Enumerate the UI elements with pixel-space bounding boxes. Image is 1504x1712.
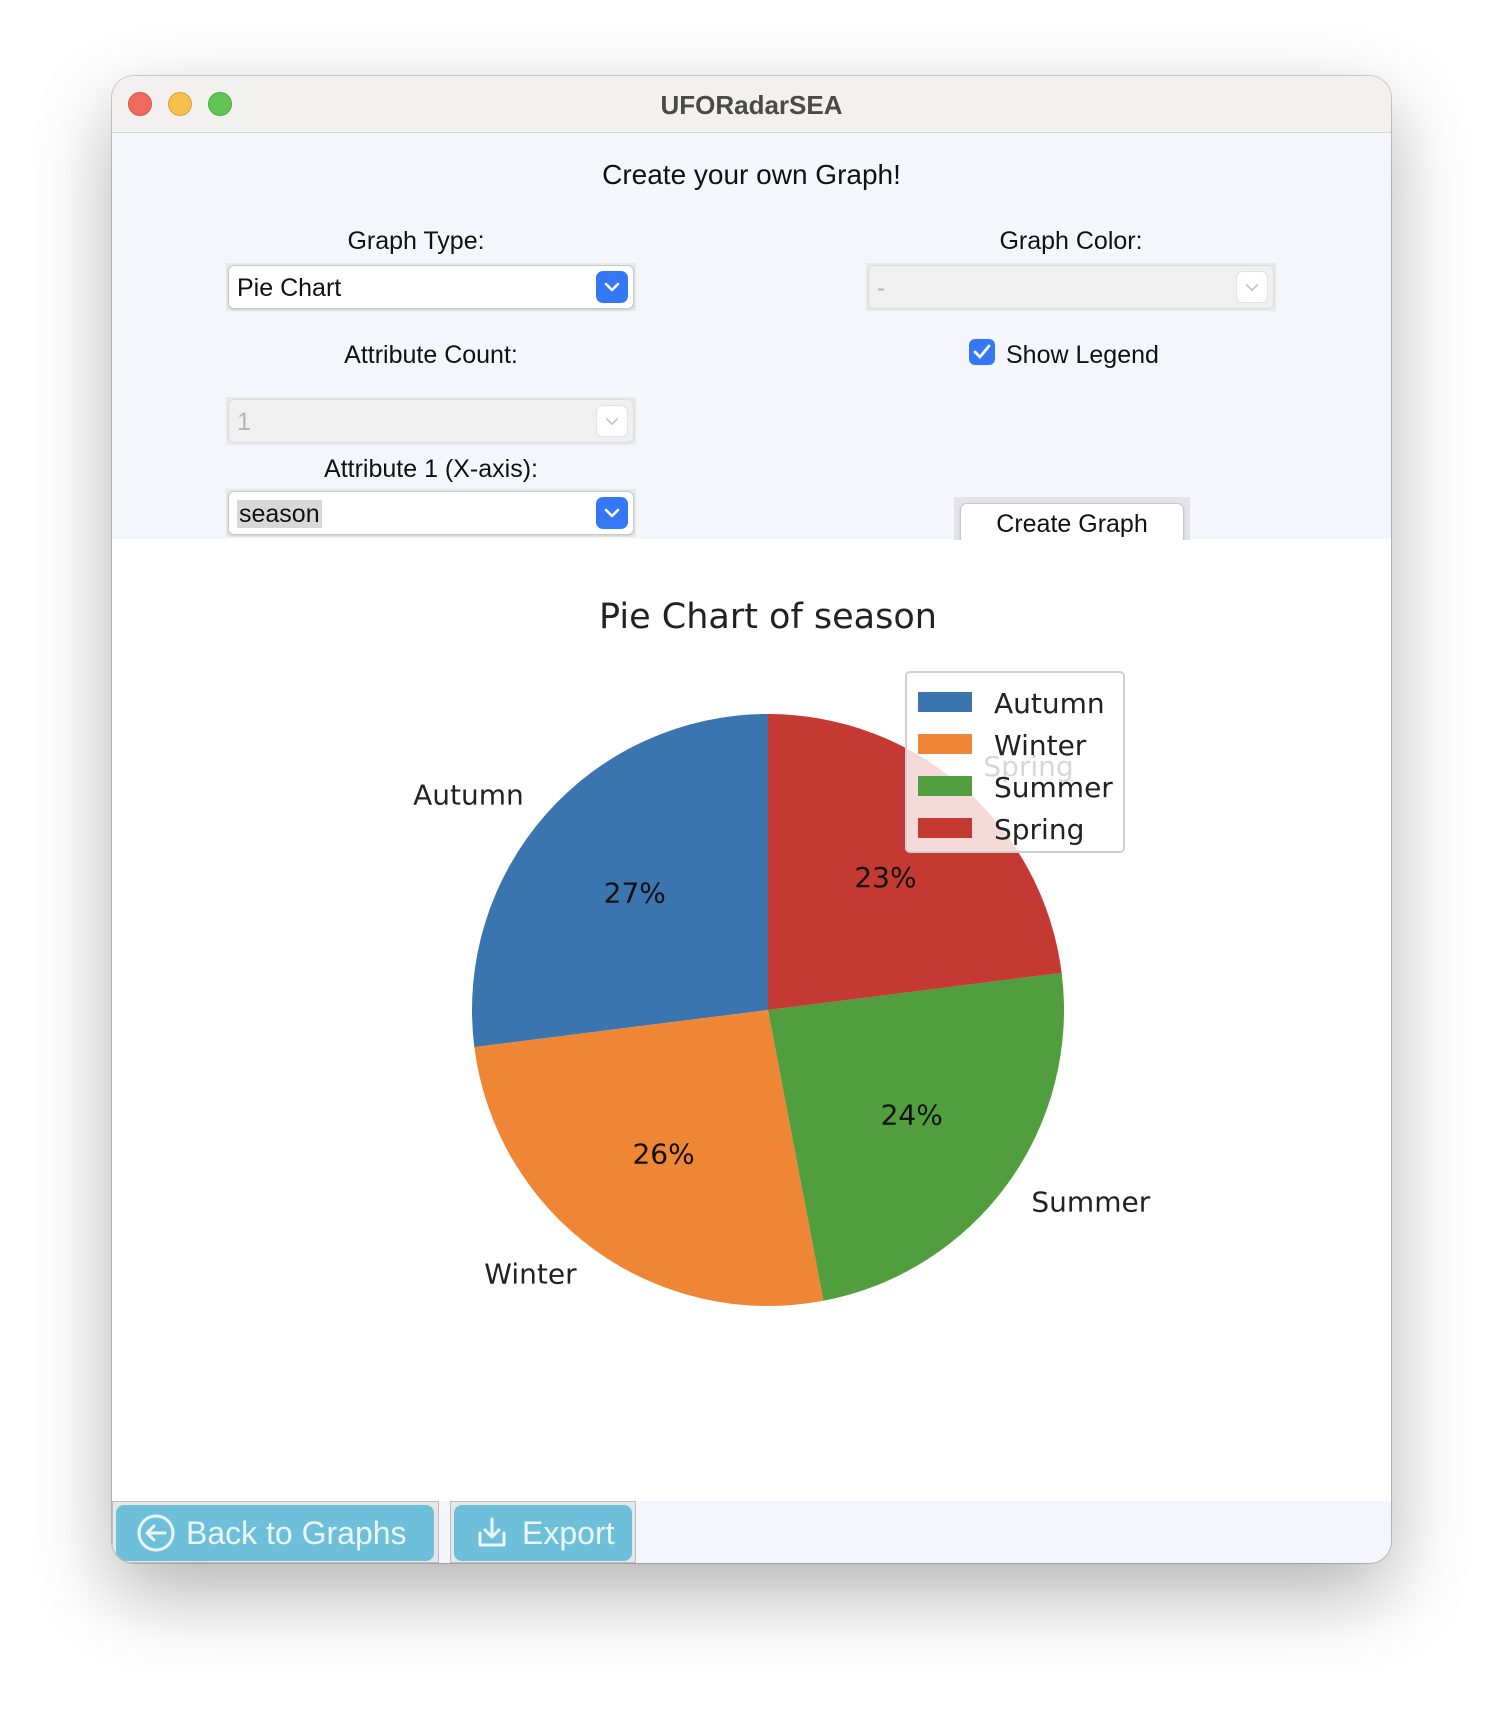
- graph-color-select[interactable]: -: [868, 265, 1274, 309]
- legend-swatch-winter: [918, 734, 972, 754]
- legend-entry-autumn: Autumn: [994, 687, 1105, 720]
- chart-title: Pie Chart of season: [599, 597, 937, 637]
- app-window: UFORadarSEA Create your own Graph! Graph…: [112, 76, 1391, 1563]
- graph-color-label: Graph Color:: [999, 227, 1143, 255]
- pie-value-label: 23%: [854, 861, 916, 894]
- show-legend-checkbox[interactable]: [969, 339, 995, 365]
- create-graph-button[interactable]: Create Graph: [960, 503, 1184, 545]
- legend-swatch-summer: [918, 776, 972, 796]
- back-to-graphs-label: Back to Graphs: [186, 1514, 407, 1551]
- attribute-count-label: Attribute Count:: [344, 341, 518, 369]
- attribute1-select[interactable]: season: [228, 491, 634, 535]
- checkmark-icon: [973, 344, 991, 359]
- legend-entry-summer: Summer: [994, 771, 1113, 804]
- legend-entry-winter: Winter: [994, 729, 1087, 762]
- chart-area: Pie Chart of season 27% Autumn 26% Winter 24…: [112, 540, 1391, 1501]
- pie-category-label: Winter: [484, 1257, 577, 1290]
- chevron-down-icon: [596, 497, 628, 529]
- graph-type-select[interactable]: Pie Chart: [228, 265, 634, 309]
- pie-category-label: Summer: [1031, 1185, 1150, 1218]
- pie-chart: Pie Chart of season 27% Autumn 26% Winter 24…: [413, 597, 1151, 1306]
- chevron-down-icon: [596, 271, 628, 303]
- pie-category-label: Autumn: [413, 779, 524, 812]
- legend-swatch-spring: [918, 818, 972, 838]
- export-button[interactable]: Export: [454, 1505, 632, 1561]
- export-label: Export: [522, 1514, 615, 1551]
- title-bar: UFORadarSEA: [112, 76, 1391, 133]
- graph-type-label: Graph Type:: [347, 227, 485, 255]
- bottom-toolbar: Back to Graphs Export: [112, 1501, 1391, 1563]
- pie-value-label: 27%: [604, 877, 666, 910]
- pie-value-label: 26%: [632, 1138, 694, 1171]
- legend-entry-spring: Spring: [994, 813, 1084, 846]
- graph-type-value: Pie Chart: [237, 274, 342, 302]
- legend-swatch-autumn: [918, 692, 972, 712]
- back-arrow-circle-icon: [137, 1514, 175, 1552]
- attribute1-value: season: [237, 500, 322, 528]
- attribute1-label: Attribute 1 (X-axis):: [324, 455, 538, 483]
- pie-value-label: 24%: [881, 1098, 943, 1131]
- window-title: UFORadarSEA: [660, 90, 843, 120]
- chart-legend: Autumn Winter Summer Spring: [905, 671, 1125, 853]
- graph-controls-panel: Create your own Graph! Graph Type: Pie C…: [112, 133, 1391, 553]
- download-icon: [478, 1517, 506, 1547]
- chevron-down-icon: [1236, 271, 1268, 303]
- attribute-count-value: 1: [237, 408, 251, 436]
- show-legend-label[interactable]: Show Legend: [1006, 341, 1159, 370]
- back-to-graphs-button[interactable]: Back to Graphs: [116, 1505, 434, 1561]
- page-heading: Create your own Graph!: [602, 159, 901, 190]
- attribute1-value-wrap: season: [237, 500, 322, 529]
- graph-color-value: -: [877, 274, 886, 302]
- chevron-down-icon: [596, 405, 628, 437]
- attribute-count-select[interactable]: 1: [228, 399, 634, 443]
